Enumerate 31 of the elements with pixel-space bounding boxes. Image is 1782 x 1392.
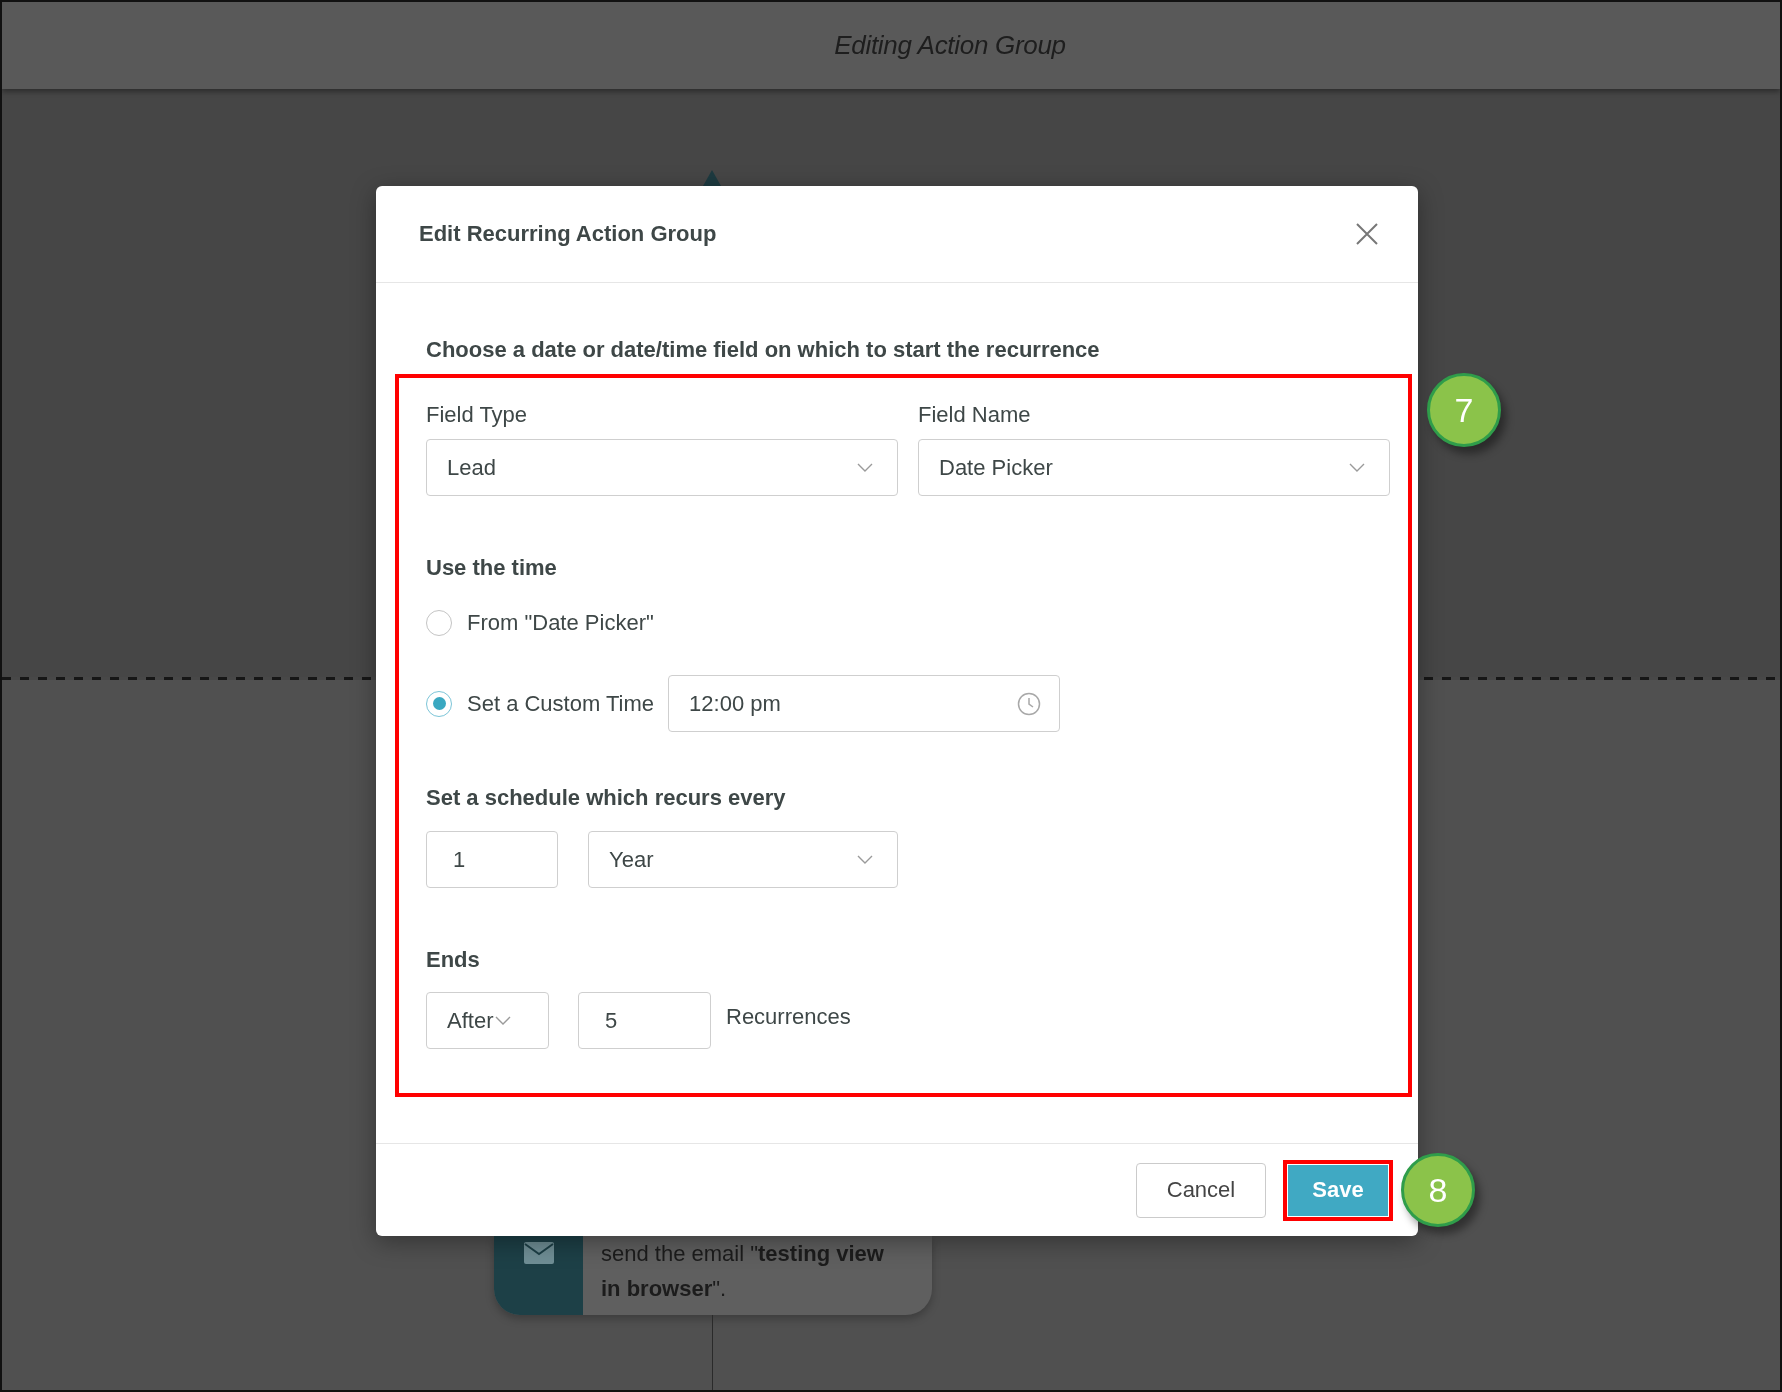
select-field[interactable]: After <box>426 992 549 1049</box>
chevron-down-icon <box>1349 463 1365 472</box>
chevron-down-icon <box>495 1016 512 1025</box>
option-label: From "Date Picker" <box>467 610 654 636</box>
section-heading: Use the time <box>426 554 558 582</box>
card-text: send the email "testing view in browser". <box>601 1240 885 1303</box>
field-label: Field Type <box>426 401 528 429</box>
radio-button[interactable] <box>426 690 452 717</box>
dialog-title: Edit Recurring Action Group <box>419 221 717 247</box>
chevron-down-icon <box>857 463 873 472</box>
section-heading: Choose a date or date/time field on which to start the recurrence <box>426 336 1101 364</box>
envelope-icon <box>523 1242 554 1264</box>
select-field[interactable]: Year <box>588 831 898 888</box>
section-heading: Ends <box>426 946 481 974</box>
step-badge: 8 <box>1401 1153 1475 1227</box>
input-field[interactable]: 5 <box>578 992 711 1049</box>
close-icon[interactable] <box>1356 223 1378 245</box>
page-title: Editing Action Group <box>834 30 1066 61</box>
field-label: Field Name <box>918 401 1031 429</box>
clock-icon <box>1017 691 1042 716</box>
field-suffix: Recurrences <box>726 1003 851 1031</box>
radio-button[interactable] <box>426 610 452 636</box>
cancel-button[interactable]: Cancel <box>1136 1162 1266 1218</box>
select-field[interactable]: Lead <box>426 439 898 496</box>
select-field[interactable]: Date Picker <box>918 439 1390 496</box>
triangle-icon <box>703 170 721 186</box>
section-heading: Set a schedule which recurs every <box>426 784 787 812</box>
option-label: Set a Custom Time <box>467 690 655 717</box>
time-input-field[interactable]: 12:00 pm <box>668 675 1061 732</box>
chevron-down-icon <box>857 855 873 864</box>
input-field[interactable]: 1 <box>426 831 558 888</box>
